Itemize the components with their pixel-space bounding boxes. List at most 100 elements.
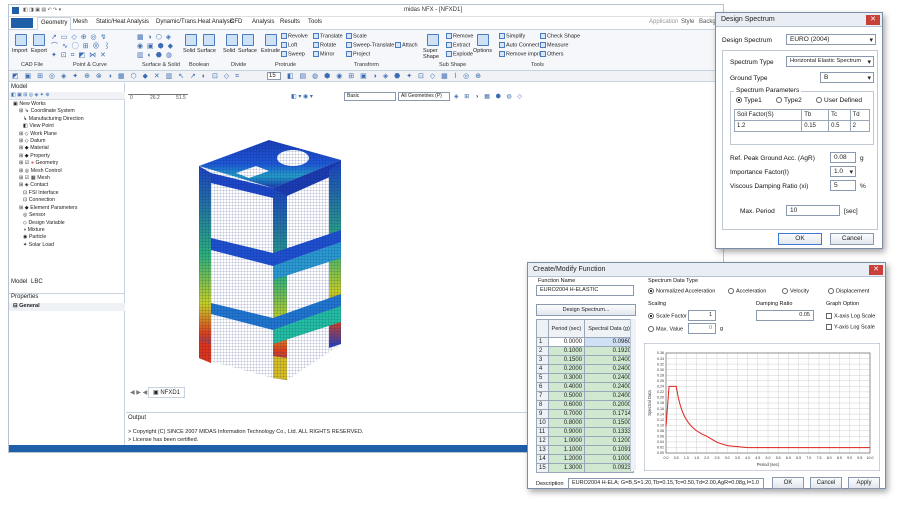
auto-connect-button[interactable]: Auto Connect <box>499 42 539 48</box>
display-tools-icon[interactable]: ◧ ▤ ◍ ⬢ ◉ ⊞ ▣ ◑ ◈ ⬣ ✦ ⊡ ◇ ▦ ⌇ ◎ ⊕ <box>287 72 483 80</box>
tree-item[interactable]: ◇ Design Variable <box>13 220 123 227</box>
max-period-input[interactable]: 10 <box>786 205 840 216</box>
spectral-data-cell[interactable]: 0.1500 <box>584 418 634 428</box>
tree-item[interactable]: ⊞ ◆ Material <box>13 145 123 152</box>
tree-item[interactable]: ⊞ ◎ Mesh Control <box>13 168 123 175</box>
scale-button[interactable]: Scale <box>346 33 367 39</box>
acceleration-radio[interactable]: Acceleration <box>728 288 766 294</box>
simplify-button[interactable]: Simplify <box>499 33 525 39</box>
options-button[interactable]: Options <box>473 48 492 54</box>
explode-button[interactable]: Explode <box>446 51 473 57</box>
spectral-data-cell[interactable]: 0.0960 <box>584 337 634 347</box>
spectral-data-cell[interactable]: 0.1200 <box>584 436 634 446</box>
tab-analysis[interactable]: Analysis <box>252 19 274 25</box>
view-options-icon[interactable]: ◧ ▾ ◉ ▾ <box>291 93 313 100</box>
ground-type-select[interactable]: B <box>820 72 874 83</box>
spectral-data-cell[interactable]: 0.2000 <box>584 400 634 410</box>
damping-ratio-input[interactable]: 0.05 <box>756 310 814 321</box>
export-button[interactable]: Export <box>31 48 47 54</box>
view-tools-icon[interactable]: ◈ ⊞ ◑ ▦ ⬢ ◍ ◇ <box>454 93 524 100</box>
tc-cell[interactable]: 0.5 <box>828 120 851 132</box>
check-shape-button[interactable]: Check Shape <box>540 33 580 39</box>
super-shape-icon[interactable] <box>427 34 439 46</box>
cancel-button[interactable]: Cancel <box>830 233 874 245</box>
spectrum-type-select[interactable]: Horizontal Elastic Spectrum <box>786 56 874 67</box>
period-cell[interactable]: 1.3000 <box>547 463 586 473</box>
tree-item[interactable]: ◧ View Point <box>13 123 123 130</box>
spectral-data-cell[interactable]: 0.2400 <box>584 382 634 392</box>
application-link[interactable]: Application <box>649 19 678 25</box>
type2-radio[interactable]: Type2 <box>776 97 802 104</box>
translate-button[interactable]: Translate <box>313 33 343 39</box>
viewport-tab-nav-icon[interactable]: ◀ ▶ ◀ <box>130 389 147 396</box>
period-cell[interactable]: 0.5000 <box>547 391 586 401</box>
boolean-solid-icon[interactable] <box>185 34 197 46</box>
tree-item[interactable]: ⊞ ◇ Datum <box>13 138 123 145</box>
soil-factor-cell[interactable]: 1.2 <box>733 120 803 132</box>
attach-button[interactable]: Attach <box>395 42 418 48</box>
period-cell[interactable]: 0.2000 <box>547 364 586 374</box>
super-shape-button[interactable]: Super Shape <box>423 48 443 60</box>
table-row[interactable]: 13 1.1000 0.1091 <box>536 445 634 455</box>
x-log-scale-checkbox[interactable]: X-axis Log Scale <box>826 313 875 319</box>
zoom-input[interactable]: 15 <box>267 72 281 80</box>
type1-radio[interactable]: Type1 <box>736 97 762 104</box>
spectral-data-cell[interactable]: 0.2400 <box>584 364 634 374</box>
period-cell[interactable]: 1.2000 <box>547 454 586 464</box>
table-row[interactable]: 8 0.6000 0.2000 <box>536 400 634 410</box>
damping-ratio-input[interactable]: 5 <box>830 180 856 191</box>
revolve-button[interactable]: Revolve <box>281 33 308 39</box>
import-icon[interactable] <box>15 34 27 46</box>
spectral-data-cell[interactable]: 0.1920 <box>584 346 634 356</box>
table-row[interactable]: 3 0.1500 0.2400 <box>536 355 634 365</box>
spectral-data-cell[interactable]: 0.2400 <box>584 355 634 365</box>
spectral-data-cell[interactable]: 0.1000 <box>584 454 634 464</box>
view-tools-icon[interactable]: ◩ ▣ ⊞ ◎ ◈ ✦ ⊕ ⊗ ◑ ▦ ⬡ ◆ ✕ ▥ ↖ ↗ ◐ ⊡ ◇ ⌗ <box>12 72 241 81</box>
view-mode-select[interactable]: Basic <box>344 92 396 101</box>
table-row[interactable]: 10 0.8000 0.1500 <box>536 418 634 428</box>
measure-button[interactable]: Measure <box>540 42 568 48</box>
tab-results[interactable]: Results <box>280 19 300 25</box>
tree-item[interactable]: ✦ Solar Load <box>13 242 123 249</box>
tree-item[interactable]: ⊞ ◆ Property <box>13 153 123 160</box>
period-cell[interactable]: 1.0000 <box>547 436 586 446</box>
spectral-data-cell[interactable]: 0.2400 <box>584 391 634 401</box>
design-spectrum-select[interactable]: EURO (2004) <box>786 34 876 45</box>
displacement-radio[interactable]: Displacement <box>828 288 869 294</box>
divide-surface-button[interactable]: Surface <box>238 48 257 54</box>
max-value-input[interactable]: 0 <box>688 323 716 334</box>
document-tab[interactable]: ▣ NFXD1 <box>148 387 186 398</box>
table-row[interactable]: 4 0.2000 0.2400 <box>536 364 634 374</box>
tree-item[interactable]: ⊞ ☑ ● Geometry <box>13 160 123 167</box>
remove-imprint-button[interactable]: Remove imprint <box>499 51 545 57</box>
spectral-data-cell[interactable]: 0.1091 <box>584 445 634 455</box>
table-row[interactable]: 7 0.5000 0.2400 <box>536 391 634 401</box>
spectral-data-cell[interactable]: 0.1714 <box>584 409 634 419</box>
tab-dynamic[interactable]: Dynamic/Trans.Heat Analysis <box>156 19 234 25</box>
period-cell[interactable]: 1.1000 <box>547 445 586 455</box>
period-cell[interactable]: 0.1500 <box>547 355 586 365</box>
model-panel-toolbar[interactable]: ◧ ▣ ⊞ ◎ ◈ ✦ ⊕ <box>9 92 125 100</box>
importance-factor-select[interactable]: 1.0 <box>830 166 856 177</box>
agr-input[interactable]: 0.08 <box>830 152 856 163</box>
divide-solid-icon[interactable] <box>226 34 238 46</box>
period-cell[interactable]: 0.6000 <box>547 400 586 410</box>
loft-button[interactable]: Loft <box>281 42 297 48</box>
period-cell[interactable]: 0.3000 <box>547 373 586 383</box>
scale-factor-input[interactable]: 1 <box>688 310 716 321</box>
surface-solid-icons[interactable]: ▦ ◑ ⬡ ◈ ◉ ▣ ⬢ ◆ ▥ ◐ ⬣ ◍ <box>137 33 185 60</box>
tree-item[interactable]: ⊞ ◈ Contact <box>13 182 123 189</box>
boolean-surface-button[interactable]: Surface <box>197 48 216 54</box>
tab-mesh[interactable]: Mesh <box>73 19 88 25</box>
tree-item[interactable]: ◎ Sensor <box>13 212 123 219</box>
ok-button[interactable]: OK <box>778 233 822 245</box>
max-value-radio[interactable]: Max. Value <box>648 326 683 332</box>
cancel-button[interactable]: Cancel <box>810 477 842 489</box>
table-scrollbar[interactable] <box>630 319 636 471</box>
design-spectrum-button[interactable]: Design Spectrum... <box>536 304 636 316</box>
tree-item[interactable]: ⊡ Connection <box>13 197 123 204</box>
extrude-button[interactable]: Extrude <box>261 48 280 54</box>
others-button[interactable]: Others <box>540 51 564 57</box>
table-row[interactable]: 9 0.7000 0.1714 <box>536 409 634 419</box>
spectral-data-cell[interactable]: 0.2400 <box>584 373 634 383</box>
